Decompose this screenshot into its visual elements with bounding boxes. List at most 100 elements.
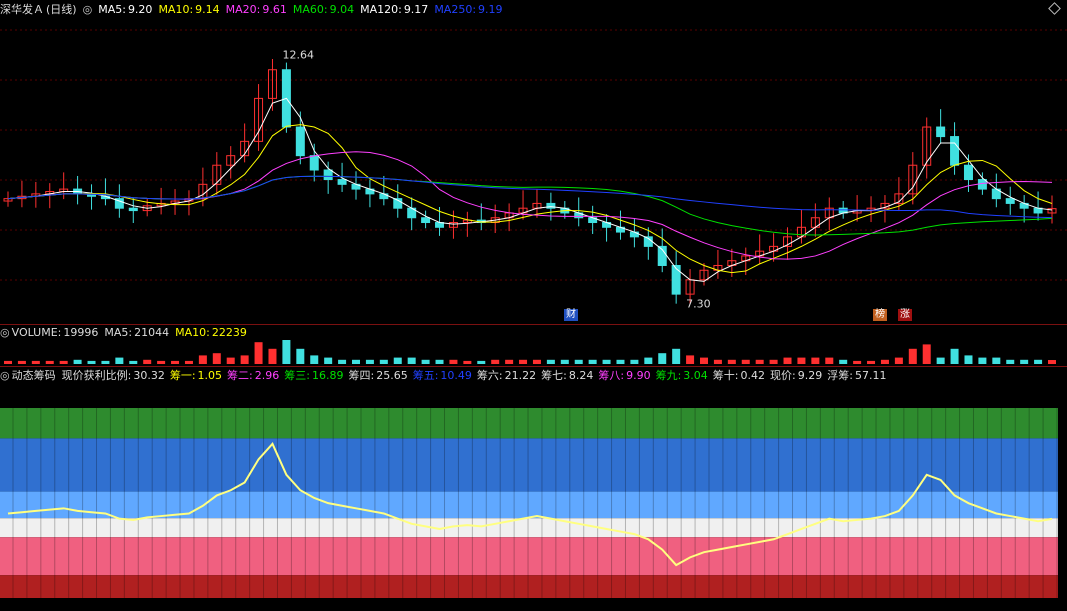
- candle-body: [128, 207, 138, 212]
- volume-bar: [17, 360, 26, 364]
- chip-bands: [0, 408, 1058, 598]
- candle-body: [1005, 198, 1015, 204]
- volume-bar: [505, 359, 514, 364]
- volume-bar: [157, 360, 166, 364]
- volume-bar: [922, 344, 931, 364]
- volume-bar: [45, 360, 54, 364]
- candle-body: [379, 193, 389, 200]
- volume-bar: [268, 348, 277, 364]
- volume-bar: [31, 360, 40, 364]
- chip-band: [0, 575, 1058, 598]
- ma5-line: [7, 97, 1053, 282]
- volume-bar: [602, 359, 611, 364]
- candle-body: [629, 231, 639, 238]
- volume-bar: [115, 357, 124, 364]
- volume-bar: [672, 348, 681, 364]
- volume-bar: [630, 359, 639, 364]
- volume-bar: [644, 357, 653, 364]
- volume-bar: [616, 359, 625, 364]
- volume-bar: [936, 357, 945, 364]
- volume-bar: [825, 357, 834, 364]
- candle-body: [421, 217, 431, 224]
- volume-bar: [588, 359, 597, 364]
- volume-bar: [1006, 359, 1015, 364]
- volume-bar: [894, 357, 903, 364]
- volume-bar: [546, 359, 555, 364]
- volume-bar: [4, 360, 12, 364]
- chip-band: [0, 518, 1058, 538]
- chip-band: [0, 408, 1058, 439]
- event-tag-rise[interactable]: 涨: [898, 309, 912, 321]
- candle-body: [323, 169, 333, 181]
- candle-body: [309, 155, 319, 171]
- volume-bar: [171, 360, 180, 364]
- volume-bar: [449, 359, 458, 364]
- volume-bar: [1048, 360, 1056, 364]
- candle-body: [337, 179, 347, 185]
- event-tag-list[interactable]: 榜: [873, 309, 887, 321]
- volume-bar: [282, 340, 291, 364]
- volume-bar: [421, 359, 430, 364]
- volume-bar: [978, 357, 987, 364]
- volume-bar: [713, 359, 722, 364]
- volume-bar: [379, 359, 388, 364]
- volume-bar: [129, 360, 138, 364]
- candle-body: [977, 179, 987, 190]
- volume-bar: [254, 342, 263, 364]
- volume-bar: [491, 359, 500, 364]
- volume-bar: [338, 359, 347, 364]
- volume-bar: [741, 359, 750, 364]
- candle-body: [936, 126, 946, 138]
- volume-bar: [853, 360, 862, 364]
- volume-bar: [1020, 359, 1029, 364]
- volume-bar: [992, 357, 1001, 364]
- volume-bar: [143, 359, 152, 364]
- volume-bar: [686, 355, 695, 364]
- candle-body: [295, 126, 305, 157]
- volume-bar: [240, 355, 249, 364]
- event-tag-finance[interactable]: 财: [564, 309, 578, 321]
- volume-bar: [184, 360, 193, 364]
- volume-bars: [4, 340, 1056, 364]
- volume-bar: [365, 359, 374, 364]
- low-price-label: 7.30: [686, 298, 711, 311]
- chip-band: [0, 491, 1058, 519]
- volume-bar: [908, 348, 917, 364]
- volume-bar: [797, 357, 806, 364]
- volume-bar: [560, 359, 569, 364]
- stock-chart-window: 深华发Ａ (日线) ◎ MA5: 9.20 MA10: 9.14 MA20: 9.61 MA60:…: [0, 0, 1067, 611]
- volume-bar: [880, 359, 889, 364]
- volume-bar: [532, 359, 541, 364]
- volume-bar: [477, 360, 486, 364]
- volume-bar: [310, 355, 319, 364]
- volume-bar: [727, 359, 736, 364]
- chip-band: [0, 438, 1058, 492]
- candles: [3, 59, 1057, 304]
- chart-canvas: 12.64 7.30: [0, 29, 1067, 598]
- volume-bar: [198, 355, 207, 364]
- volume-bar: [212, 353, 221, 364]
- volume-bar: [755, 359, 764, 364]
- volume-bar: [769, 359, 778, 364]
- volume-bar: [463, 360, 472, 364]
- volume-bar: [407, 357, 416, 364]
- volume-bar: [226, 357, 235, 364]
- chip-band: [0, 537, 1058, 576]
- volume-bar: [700, 357, 708, 364]
- candle-body: [963, 164, 973, 181]
- volume-bar: [73, 359, 82, 364]
- volume-bar: [950, 348, 959, 364]
- volume-bar: [435, 359, 444, 364]
- price-grid: [0, 29, 1067, 281]
- volume-bar: [101, 360, 110, 364]
- high-price-label: 12.64: [282, 49, 314, 62]
- volume-bar: [59, 360, 68, 364]
- volume-bar: [296, 348, 305, 364]
- volume-bar: [839, 359, 848, 364]
- candle-body: [950, 136, 960, 166]
- volume-bar: [324, 357, 333, 364]
- ma250-line: [7, 175, 1053, 219]
- volume-bar: [87, 360, 96, 364]
- volume-bar: [352, 359, 360, 364]
- volume-bar: [519, 359, 528, 364]
